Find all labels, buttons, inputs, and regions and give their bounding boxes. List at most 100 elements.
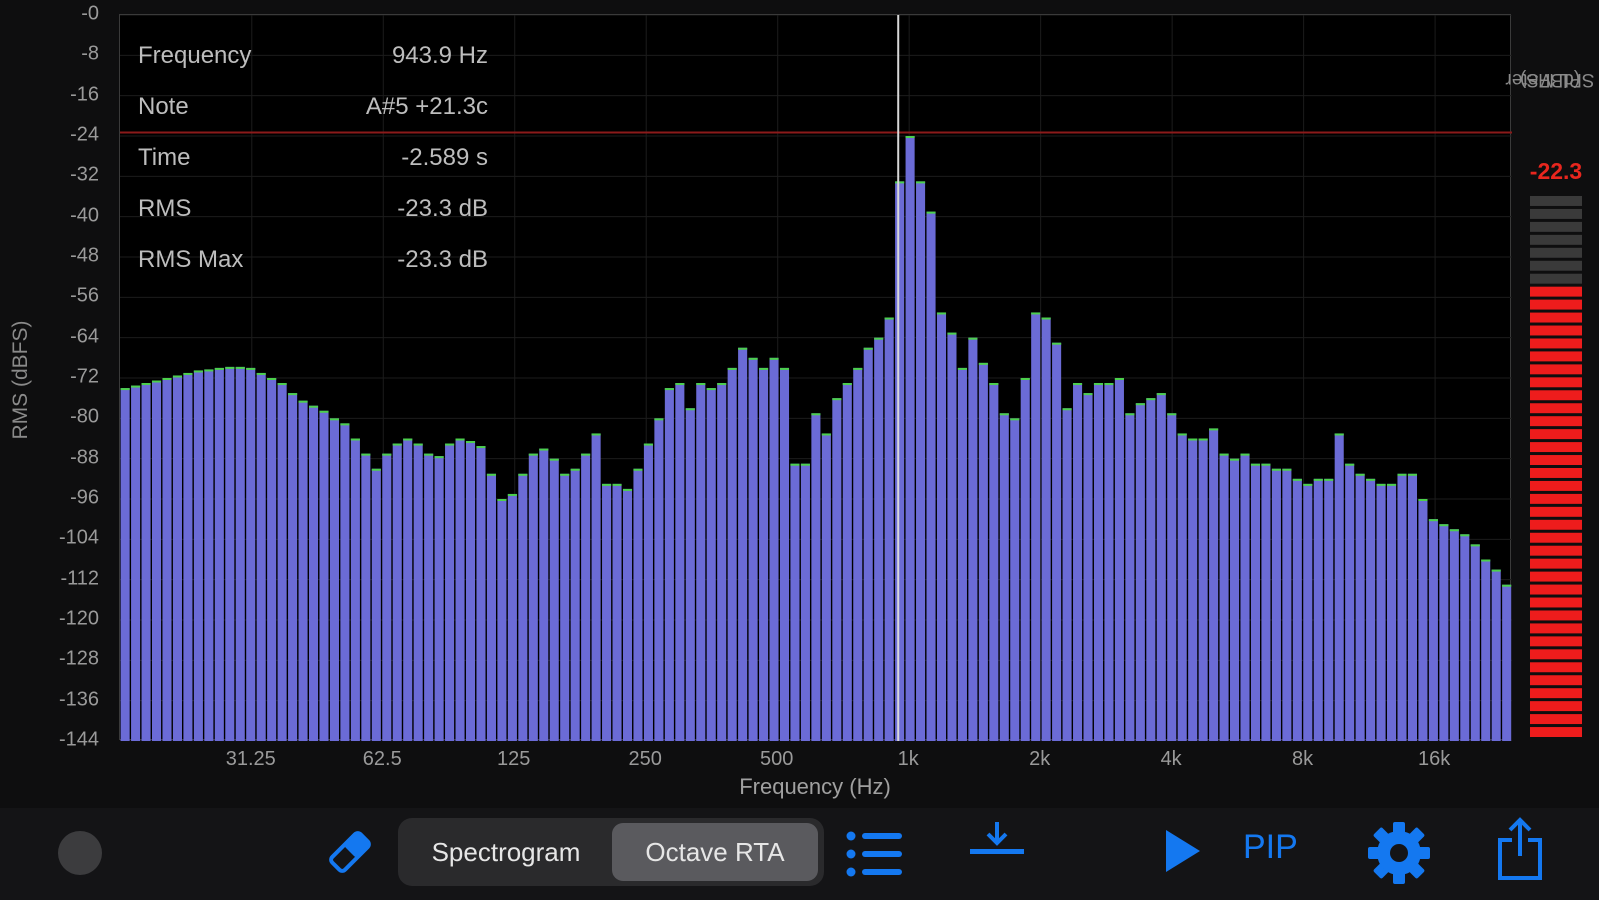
spectrum-bar-peak bbox=[549, 458, 559, 461]
y-tick-label: -72 bbox=[70, 365, 99, 388]
spectrum-bar bbox=[392, 443, 402, 741]
spectrum-bar-peak bbox=[612, 483, 622, 486]
spl-meter-segment bbox=[1530, 623, 1582, 634]
spectrum-bar bbox=[1031, 312, 1041, 741]
spectrum-bar-peak bbox=[1324, 478, 1334, 481]
spectrum-bar-peak bbox=[957, 367, 967, 370]
spectrum-bar bbox=[591, 433, 601, 741]
spectrum-bar-peak bbox=[1010, 418, 1020, 421]
spectrum-bar bbox=[329, 418, 339, 741]
play-icon[interactable] bbox=[1162, 828, 1202, 874]
spectrum-bar bbox=[936, 312, 947, 741]
spectrum-bar-peak bbox=[1397, 473, 1407, 476]
spectrum-bar bbox=[1449, 529, 1459, 741]
spectrum-bar bbox=[434, 456, 444, 741]
record-circle-icon[interactable] bbox=[58, 831, 102, 875]
download-icon[interactable] bbox=[968, 820, 1026, 860]
spectrum-bar-peak bbox=[507, 493, 517, 496]
readout-row-frequency: Frequency 943.9 Hz bbox=[138, 30, 488, 81]
spectrum-bar bbox=[759, 367, 769, 741]
spectrum-bar-peak bbox=[1460, 534, 1470, 537]
share-icon[interactable] bbox=[1496, 816, 1544, 882]
spectrum-bar-peak bbox=[1125, 413, 1135, 416]
spectrum-bar bbox=[361, 453, 371, 741]
spectrum-bar bbox=[1188, 438, 1198, 741]
spectrum-bar bbox=[235, 366, 245, 741]
spectrum-bar bbox=[1041, 317, 1051, 741]
spectrum-bar-peak bbox=[1502, 584, 1512, 587]
readout-row-rms: RMS -23.3 dB bbox=[138, 183, 488, 234]
spectrum-bar-peak bbox=[392, 443, 402, 446]
spectrum-bar bbox=[1481, 559, 1491, 741]
y-tick-label: -56 bbox=[70, 284, 99, 307]
spectrum-bar bbox=[926, 211, 936, 741]
spectrum-bar-peak bbox=[842, 383, 852, 386]
spectrum-bar bbox=[602, 483, 612, 741]
spectrum-bar bbox=[1292, 478, 1302, 741]
spectrum-bar bbox=[267, 378, 277, 741]
spl-meter-segment bbox=[1530, 234, 1582, 245]
spectrum-bar-peak bbox=[581, 453, 591, 456]
spl-meter-segment bbox=[1530, 597, 1582, 608]
spectrum-bar-peak bbox=[329, 418, 339, 421]
spectrum-bar-peak bbox=[1209, 428, 1219, 431]
readout-row-note: Note A#5 +21.3c bbox=[138, 81, 488, 132]
tab-spectrogram[interactable]: Spectrogram bbox=[404, 823, 608, 881]
spectrum-bar-peak bbox=[1313, 478, 1323, 481]
spectrum-bar bbox=[664, 388, 674, 741]
spectrum-bar bbox=[371, 468, 381, 741]
readout-value: A#5 +21.3c bbox=[365, 92, 488, 120]
x-tick-label: 1k bbox=[897, 748, 919, 770]
spl-meter-segment bbox=[1530, 545, 1582, 556]
pip-button[interactable]: PIP bbox=[1243, 828, 1298, 867]
spectrum-bar-peak bbox=[214, 367, 224, 370]
spectrum-bar bbox=[1114, 378, 1124, 741]
spectrum-bar-peak bbox=[319, 410, 329, 413]
spectrum-bar bbox=[779, 367, 790, 741]
spectrum-bar bbox=[978, 362, 988, 741]
spectrum-bar bbox=[1366, 478, 1376, 741]
spectrum-bar bbox=[131, 385, 141, 741]
spectrum-bar bbox=[905, 136, 915, 741]
spectrum-bar-peak bbox=[727, 367, 737, 370]
spectrum-bar bbox=[193, 370, 203, 741]
spectrum-bar-peak bbox=[811, 413, 821, 416]
gear-icon[interactable] bbox=[1366, 820, 1432, 886]
readout-label: Note bbox=[138, 92, 189, 120]
spectrum-bar bbox=[685, 408, 695, 741]
spectrum-bar-peak bbox=[371, 468, 381, 471]
spectrum-bar bbox=[204, 369, 214, 741]
spectrum-bar bbox=[350, 438, 360, 741]
eraser-icon[interactable] bbox=[322, 824, 378, 880]
spl-meter-segment bbox=[1530, 519, 1582, 530]
spl-meter-segment bbox=[1530, 701, 1582, 712]
spectrum-bar bbox=[1198, 438, 1208, 741]
spectrum-bar-peak bbox=[434, 456, 444, 459]
spectrum-bar-peak bbox=[863, 347, 873, 350]
spectrum-bar bbox=[1313, 478, 1323, 741]
spectrum-bar-peak bbox=[403, 438, 413, 441]
tab-octave-rta[interactable]: Octave RTA bbox=[612, 823, 818, 881]
spectrum-bar bbox=[1240, 453, 1250, 741]
y-axis-label: RMS (dBFS) bbox=[9, 320, 32, 440]
list-icon[interactable] bbox=[846, 830, 904, 878]
y-tick-label: -136 bbox=[58, 688, 99, 711]
spectrum-bar-peak bbox=[884, 317, 894, 320]
spectrum-bar-peak bbox=[193, 370, 203, 373]
spectrum-bar bbox=[968, 337, 978, 741]
spectrum-bar bbox=[769, 357, 779, 741]
spectrum-bar-peak bbox=[748, 357, 758, 360]
spectrum-bar-peak bbox=[1167, 413, 1177, 416]
spectrum-bar bbox=[821, 433, 831, 741]
spectrum-bar-peak bbox=[1303, 483, 1313, 486]
spectrum-bar bbox=[1219, 453, 1229, 741]
spectrum-bar-peak bbox=[256, 372, 266, 375]
readout-label: Time bbox=[138, 143, 191, 171]
readout-label: RMS bbox=[138, 194, 192, 222]
spectrum-bar-peak bbox=[696, 383, 706, 386]
spl-meter-segment bbox=[1530, 416, 1582, 427]
spectrum-bar-peak bbox=[664, 388, 674, 391]
spectrum-bar-peak bbox=[675, 383, 685, 386]
spectrum-bar bbox=[1073, 383, 1083, 741]
spectrum-bar bbox=[518, 473, 528, 741]
